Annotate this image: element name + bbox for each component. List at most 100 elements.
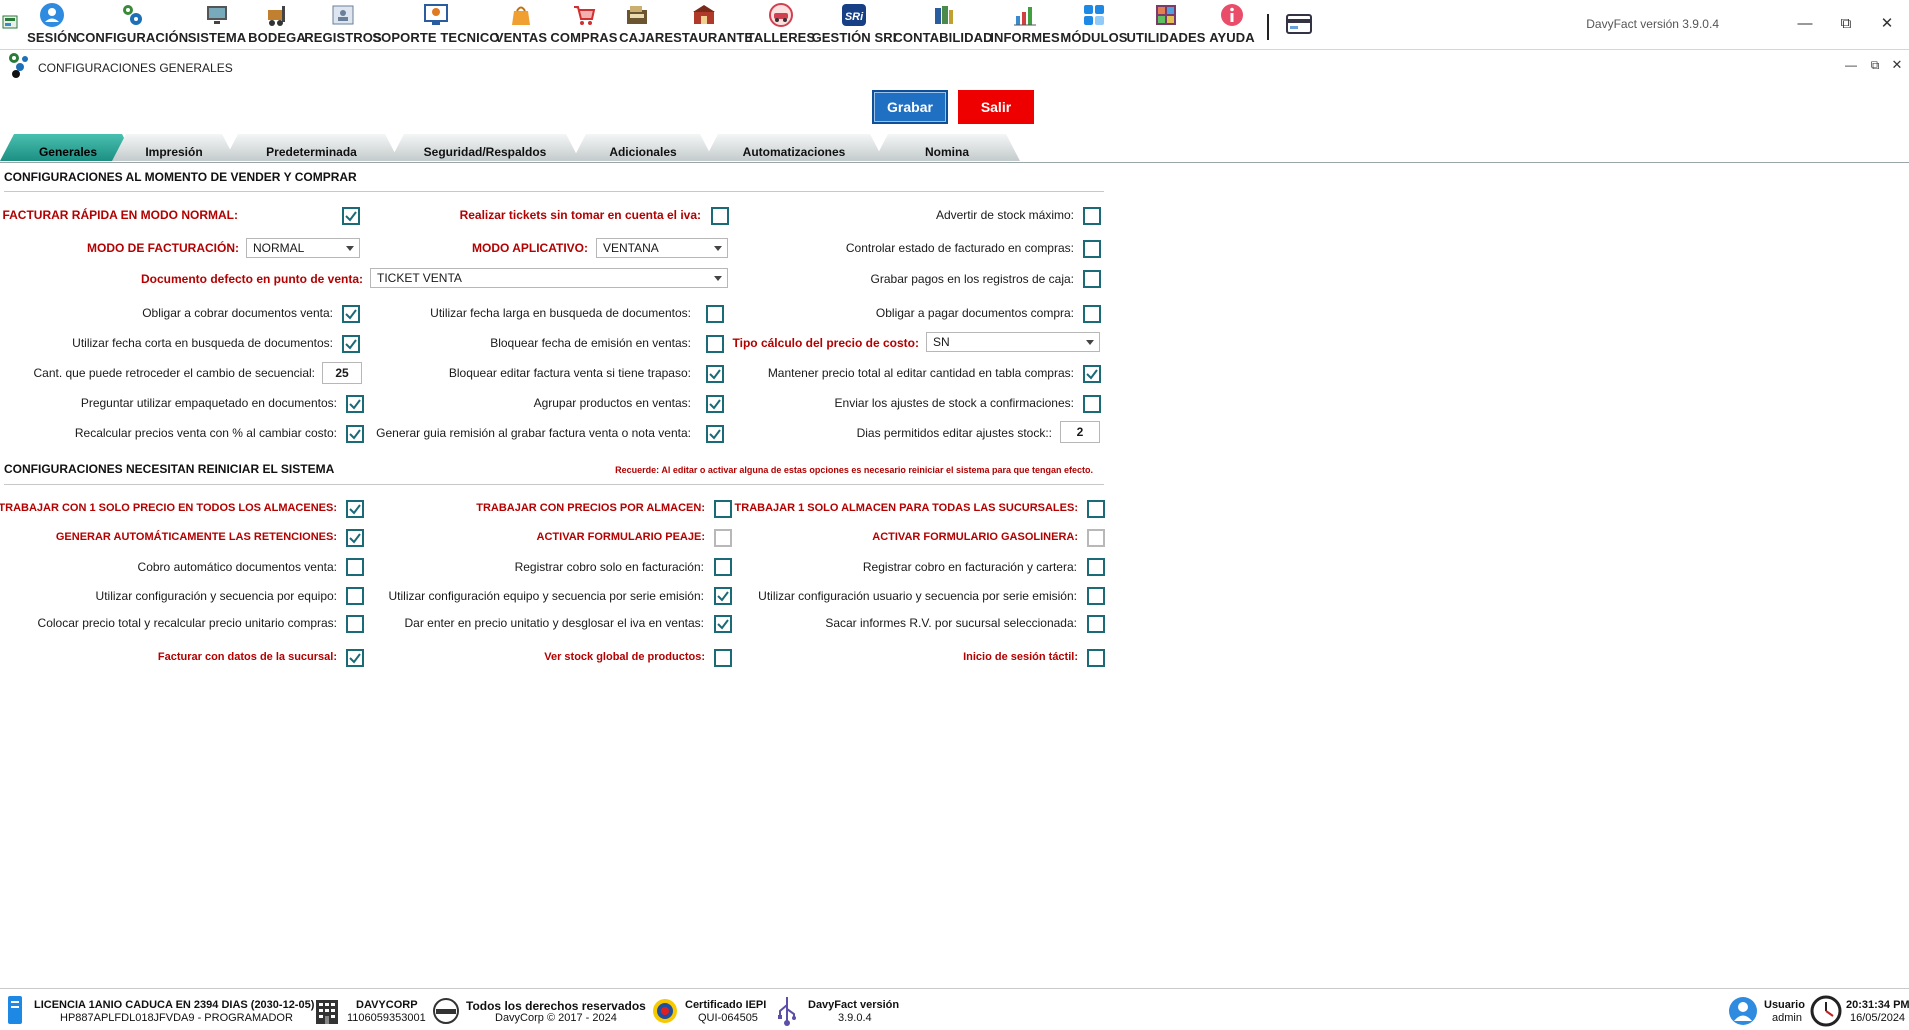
modo-facturacion-select[interactable]: NORMAL: [246, 238, 360, 258]
sri-icon: SRi: [841, 2, 867, 28]
facturar-rapida-checkbox[interactable]: [342, 207, 360, 225]
menu-restaurante[interactable]: RESTAURANTE: [655, 0, 753, 48]
precios-almacen-checkbox[interactable]: [714, 500, 732, 518]
user-name: admin: [1772, 1012, 1802, 1024]
menu-bodega[interactable]: BODEGA: [248, 0, 306, 48]
menu-label: INFORMES: [990, 30, 1060, 45]
restore-app-button[interactable]: ⧉: [1831, 10, 1861, 36]
window-config-icon: [6, 51, 32, 79]
obligar-cobrar-checkbox[interactable]: [342, 305, 360, 323]
fecha-larga-checkbox[interactable]: [706, 305, 724, 323]
tipo-calculo-select[interactable]: SN: [926, 332, 1100, 352]
cant-retroceder-input[interactable]: 25: [322, 362, 362, 384]
minimize-app-button[interactable]: —: [1790, 10, 1820, 36]
bloquear-editar-label: Bloquear editar factura venta si tiene t…: [448, 366, 691, 380]
precios-almacen-label: TRABAJAR CON PRECIOS POR ALMACEN:: [476, 502, 705, 514]
menu-sesion[interactable]: SESIÓN: [27, 0, 77, 48]
advertir-stock-checkbox[interactable]: [1083, 207, 1101, 225]
tipo-calculo-value: SN: [933, 335, 950, 349]
colocar-precio-checkbox[interactable]: [346, 615, 364, 633]
mantener-precio-checkbox[interactable]: [1083, 365, 1101, 383]
menu-modulos[interactable]: MÓDULOS: [1060, 0, 1127, 48]
menu-ayuda[interactable]: AYUDA: [1209, 0, 1255, 48]
tab-automatizaciones[interactable]: Automatizaciones: [704, 134, 884, 161]
settings-tabs: Generales Impresión Predeterminada Segur…: [0, 134, 1909, 163]
agrupar-productos-label: Agrupar productos en ventas:: [533, 396, 691, 410]
clock-icon: [1810, 995, 1842, 1027]
tab-predeterminada[interactable]: Predeterminada: [224, 134, 399, 161]
config-equipo-checkbox[interactable]: [346, 587, 364, 605]
close-app-button[interactable]: ✕: [1872, 10, 1902, 36]
cobro-automatico-checkbox[interactable]: [346, 558, 364, 576]
cobro-facturacion-checkbox[interactable]: [714, 558, 732, 576]
controlar-estado-checkbox[interactable]: [1083, 240, 1101, 258]
form-gasolinera-checkbox[interactable]: [1087, 529, 1105, 547]
menu-registros[interactable]: REGISTROS: [304, 0, 382, 48]
tab-seguridad[interactable]: Seguridad/Respaldos: [390, 134, 580, 161]
cert-label: Certificado IEPI: [685, 999, 767, 1011]
menu-label: CAJA: [619, 30, 655, 45]
generar-retenciones-checkbox[interactable]: [346, 529, 364, 547]
dias-permitidos-input[interactable]: 2: [1060, 421, 1100, 443]
minimize-window-button[interactable]: —: [1838, 56, 1864, 74]
menu-informes[interactable]: INFORMES: [990, 0, 1060, 48]
tab-adicionales[interactable]: Adicionales: [572, 134, 714, 161]
menu-utilidades[interactable]: UTILIDADES: [1127, 0, 1205, 48]
menu-caja[interactable]: CAJA: [619, 0, 655, 48]
exit-button[interactable]: Salir: [958, 90, 1034, 124]
sesion-tactil-checkbox[interactable]: [1087, 649, 1105, 667]
facturar-sucursal-label: Facturar con datos de la sucursal:: [157, 651, 337, 663]
bloquear-editar-checkbox[interactable]: [706, 365, 724, 383]
menu-contabilidad[interactable]: CONTABILIDAD: [893, 0, 992, 48]
cobro-cartera-checkbox[interactable]: [1087, 558, 1105, 576]
generar-guia-checkbox[interactable]: [706, 425, 724, 443]
tab-nomina[interactable]: Nomina: [874, 134, 1020, 161]
colocar-precio-label: Colocar precio total y recalcular precio…: [37, 616, 337, 630]
form-peaje-checkbox[interactable]: [714, 529, 732, 547]
close-window-button[interactable]: ✕: [1886, 56, 1908, 74]
license-status: LICENCIA 1ANIO CADUCA EN 2394 DIAS (2030…: [34, 999, 315, 1011]
enviar-ajustes-checkbox[interactable]: [1083, 395, 1101, 413]
menu-ventas[interactable]: VENTAS: [494, 0, 548, 48]
grabar-pagos-checkbox[interactable]: [1083, 270, 1101, 288]
config-usuario-checkbox[interactable]: [1087, 587, 1105, 605]
form-peaje-label: ACTIVAR FORMULARIO PEAJE:: [536, 531, 705, 543]
stock-global-checkbox[interactable]: [714, 649, 732, 667]
menu-compras[interactable]: COMPRAS: [550, 0, 617, 48]
restaurant-icon: [691, 2, 717, 28]
menu-gestion-sri[interactable]: SRi GESTIÓN SRI: [812, 0, 896, 48]
restore-window-button[interactable]: ⧉: [1862, 56, 1888, 74]
agrupar-productos-checkbox[interactable]: [706, 395, 724, 413]
preguntar-empaquetado-checkbox[interactable]: [346, 395, 364, 413]
sacar-informes-checkbox[interactable]: [1087, 615, 1105, 633]
generar-guia-label: Generar guia remisión al grabar factura …: [376, 426, 691, 440]
bloquear-fecha-checkbox[interactable]: [706, 335, 724, 353]
save-button[interactable]: Grabar: [872, 90, 948, 124]
menu-label: CONTABILIDAD: [893, 30, 993, 45]
company-id: 1106059353001: [347, 1012, 426, 1024]
obligar-pagar-checkbox[interactable]: [1083, 305, 1101, 323]
menu-sistema[interactable]: SISTEMA: [188, 0, 246, 48]
config-serie-checkbox[interactable]: [714, 587, 732, 605]
tab-impresion[interactable]: Impresión: [112, 134, 236, 161]
menu-configuracion[interactable]: CONFIGURACIÓN: [76, 0, 188, 48]
recalcular-precios-checkbox[interactable]: [346, 425, 364, 443]
un-almacen-checkbox[interactable]: [1087, 500, 1105, 518]
license-code: HP887APLFDL018JFVDA9 - PROGRAMADOR: [60, 1012, 293, 1024]
menu-label: RESTAURANTE: [654, 30, 754, 45]
dar-enter-checkbox[interactable]: [714, 615, 732, 633]
menu-talleres[interactable]: TALLERES: [747, 0, 815, 48]
documento-defecto-select[interactable]: TICKET VENTA: [370, 268, 728, 288]
building-icon: [312, 997, 342, 1025]
usb-icon: [776, 995, 798, 1027]
chevron-down-icon: [714, 276, 722, 281]
modo-aplicativo-select[interactable]: VENTANA: [596, 238, 728, 258]
menu-soporte-tecnico[interactable]: SOPORTE TECNICO: [372, 0, 499, 48]
un-precio-checkbox[interactable]: [346, 500, 364, 518]
realizar-tickets-checkbox[interactable]: [711, 207, 729, 225]
facturar-sucursal-checkbox[interactable]: [346, 649, 364, 667]
menu-label: VENTAS: [494, 30, 548, 45]
user-avatar-icon: [1728, 996, 1758, 1026]
fecha-corta-checkbox[interactable]: [342, 335, 360, 353]
card-payment-icon[interactable]: [1286, 13, 1312, 35]
